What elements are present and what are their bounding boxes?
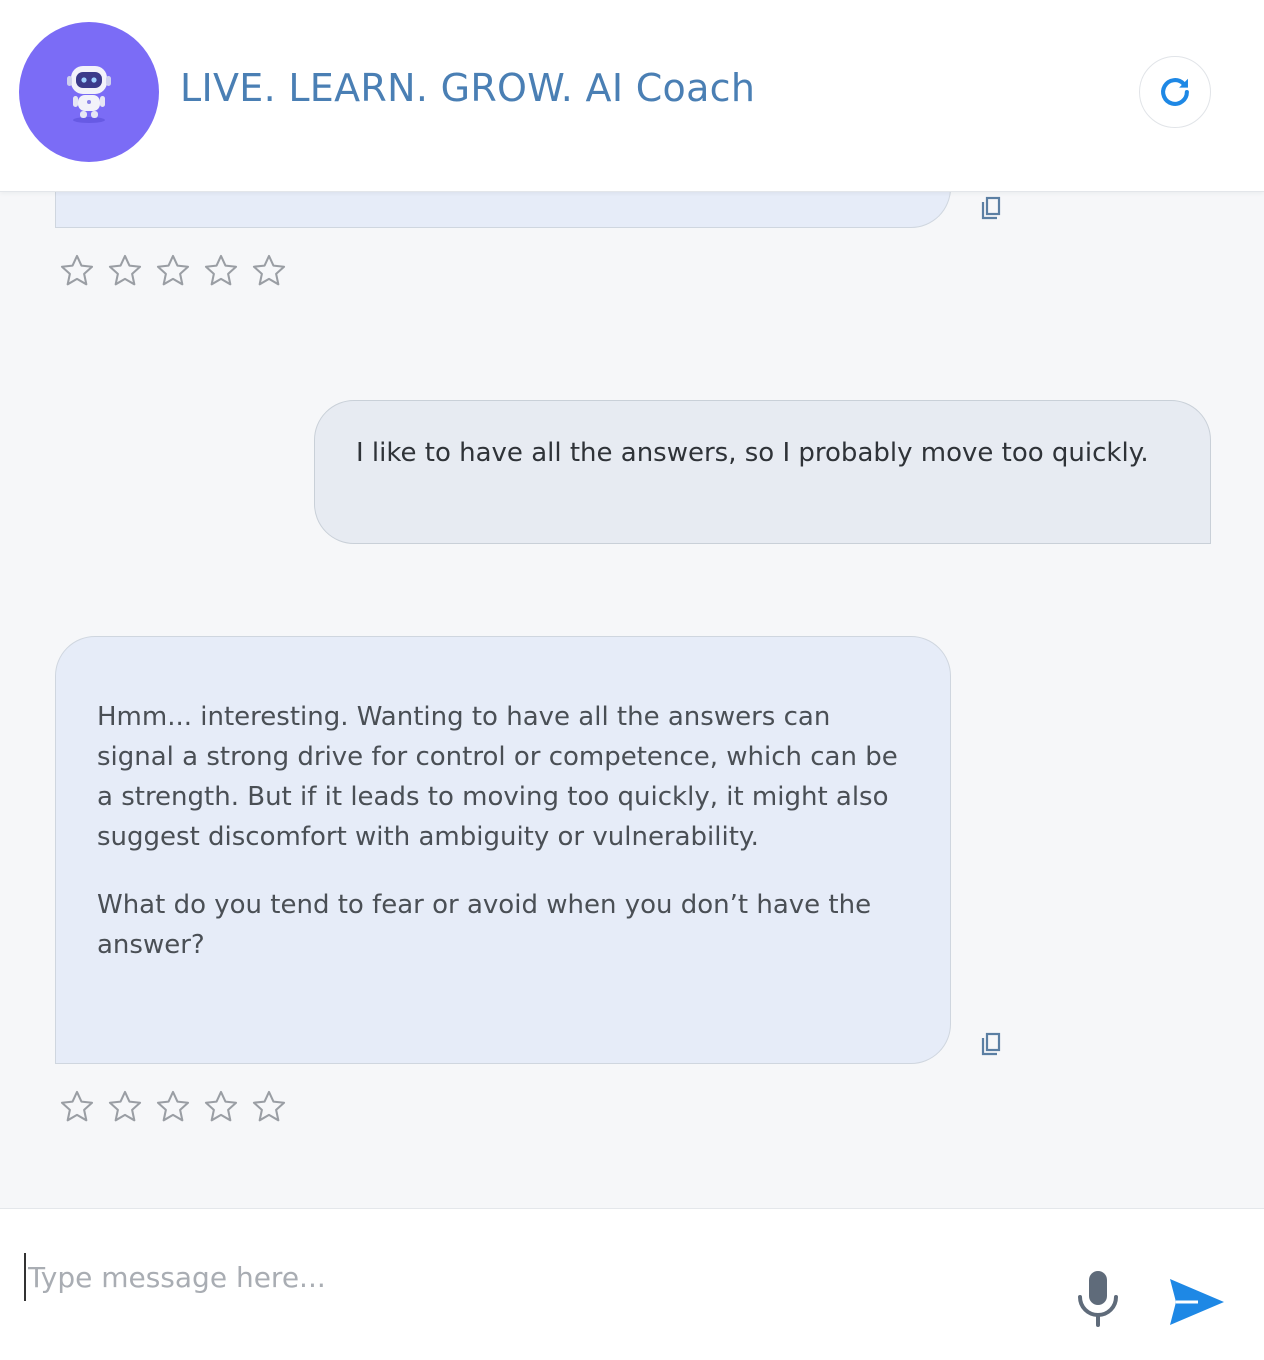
assistant-message-paragraph: Hmm... interesting. Wanting to have all … [97, 702, 898, 852]
rating-stars[interactable] [58, 1088, 288, 1126]
star-icon[interactable] [202, 1088, 240, 1126]
refresh-button[interactable] [1139, 56, 1211, 128]
chat-thread[interactable]: I like to have all the answers, so I pro… [0, 192, 1264, 1208]
assistant-message-bubble: Hmm... interesting. Wanting to have all … [55, 636, 951, 1064]
rating-stars[interactable] [58, 252, 288, 290]
send-icon [1170, 1279, 1224, 1325]
message-composer [0, 1208, 1264, 1360]
star-icon[interactable] [154, 252, 192, 290]
copy-icon [981, 196, 1001, 220]
star-icon[interactable] [58, 252, 96, 290]
app-title: LIVE. LEARN. GROW. AI Coach [180, 66, 756, 110]
user-message-text: I like to have all the answers, so I pro… [356, 438, 1149, 468]
coach-avatar [19, 22, 159, 162]
star-icon[interactable] [250, 252, 288, 290]
copy-button[interactable] [980, 1032, 1004, 1058]
refresh-icon [1161, 78, 1189, 106]
microphone-button[interactable] [1074, 1269, 1122, 1329]
star-icon[interactable] [58, 1088, 96, 1126]
copy-button[interactable] [980, 196, 1004, 222]
assistant-message-paragraph: What do you tend to fear or avoid when y… [97, 890, 872, 960]
message-input[interactable] [24, 1253, 1044, 1301]
copy-icon [981, 1032, 1001, 1056]
send-button[interactable] [1168, 1277, 1226, 1327]
star-icon[interactable] [250, 1088, 288, 1126]
chat-header: LIVE. LEARN. GROW. AI Coach [0, 0, 1264, 192]
assistant-message-bubble [55, 192, 951, 228]
star-icon[interactable] [202, 252, 240, 290]
star-icon[interactable] [106, 1088, 144, 1126]
star-icon[interactable] [154, 1088, 192, 1126]
robot-icon [67, 66, 111, 123]
microphone-icon [1078, 1271, 1118, 1327]
user-message-bubble: I like to have all the answers, so I pro… [314, 400, 1211, 544]
star-icon[interactable] [106, 252, 144, 290]
